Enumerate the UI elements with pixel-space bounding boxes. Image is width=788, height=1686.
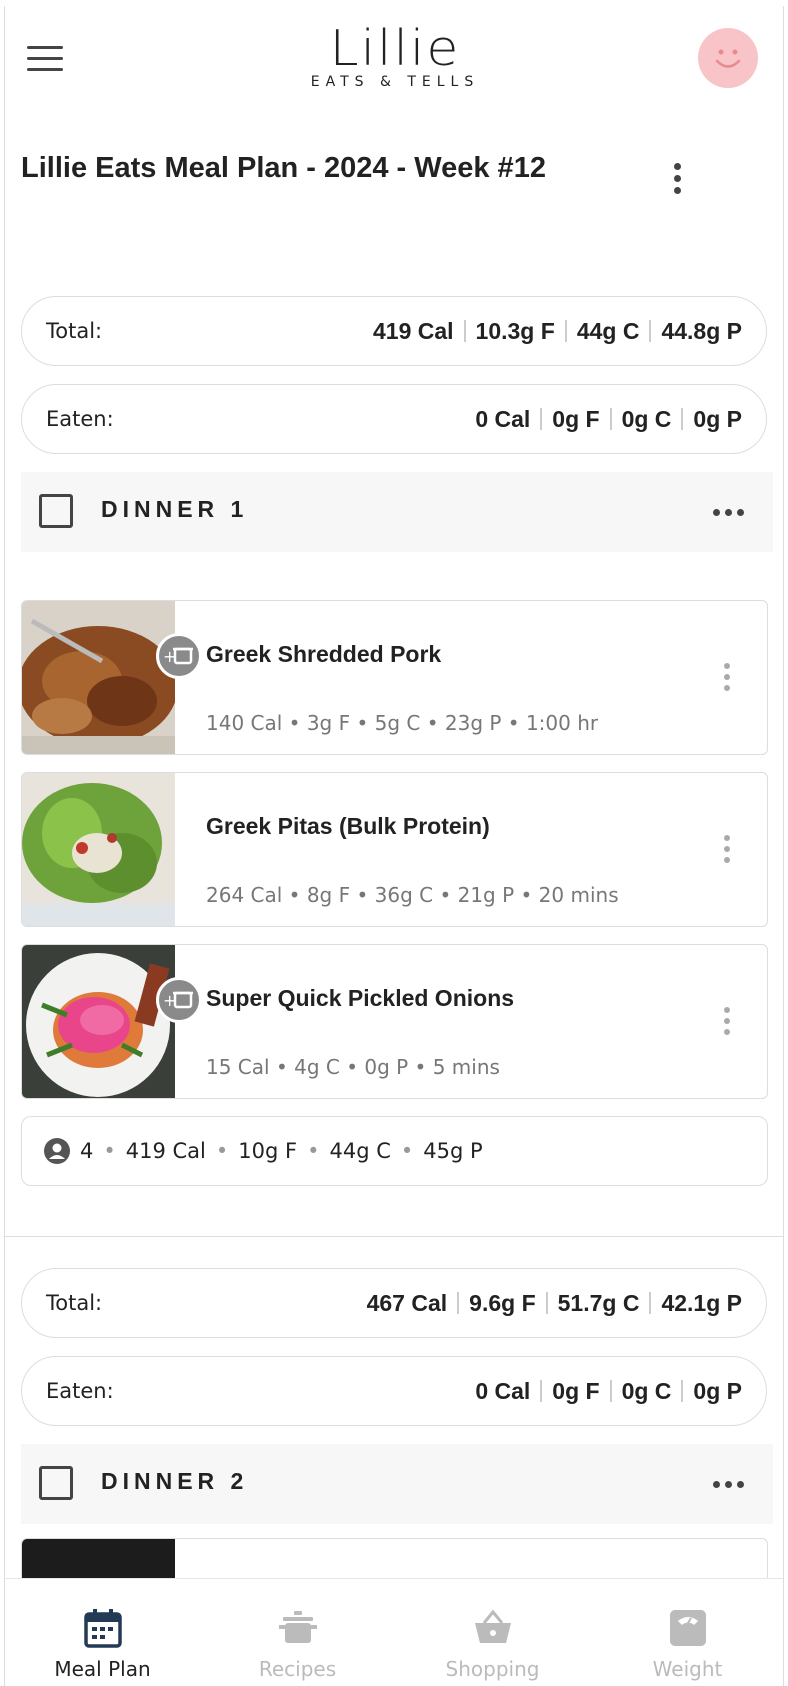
meal-options-icon[interactable] <box>713 1474 753 1494</box>
total-protein: 42.1g P <box>661 1289 742 1316</box>
add-to-list-icon[interactable]: + <box>156 633 202 679</box>
logo[interactable]: Lillie EATS & TELLS <box>295 20 495 90</box>
total-macros: Total: 467 Cal 9.6g F 51.7g C 42.1g P <box>21 1268 767 1338</box>
recipe-name: Greek Pitas (Bulk Protein) <box>206 813 490 839</box>
total-carb: 44g C <box>576 317 640 344</box>
recipe-image <box>22 945 175 1098</box>
bottom-tab-bar: Meal Plan Recipes Shopping Weight <box>5 1578 783 1686</box>
tab-label: Recipes <box>258 1657 337 1681</box>
recipe-macros: 140 Cal • 3g F • 5g C • 23g P • 1:00 hr <box>206 711 599 735</box>
tab-label: Weight <box>652 1657 723 1681</box>
recipe-name: Super Quick Pickled Onions <box>206 985 515 1011</box>
eaten-cal: 0 Cal <box>475 405 531 432</box>
tab-label: Meal Plan <box>54 1657 151 1681</box>
recipe-image <box>22 601 175 754</box>
app-header: Lillie EATS & TELLS <box>5 6 783 114</box>
total-fat: 10.3g F <box>475 317 555 344</box>
meal-options-icon[interactable] <box>713 502 753 522</box>
eaten-fat: 0g F <box>552 405 600 432</box>
total-label: Total: <box>46 319 103 343</box>
recipe-name: Greek Shredded Pork <box>206 641 442 667</box>
eaten-carb: 0g C <box>621 405 672 432</box>
total-macros: Total: 419 Cal 10.3g F 44g C 44.8g P <box>21 296 767 366</box>
tab-meal-plan[interactable]: Meal Plan <box>5 1579 200 1686</box>
meal-header-dinner-2: DINNER 2 <box>21 1444 773 1524</box>
calendar-icon <box>84 1609 122 1648</box>
logo-text: Lillie <box>329 20 461 78</box>
tab-label: Shopping <box>445 1657 540 1681</box>
recipe-options-icon[interactable] <box>715 657 739 697</box>
recipe-macros: 264 Cal • 8g F • 36g C • 21g P • 20 mins <box>206 883 619 907</box>
recipe-options-icon[interactable] <box>715 1001 739 1041</box>
day-divider <box>5 1236 783 1237</box>
smiley-icon <box>715 49 741 68</box>
person-icon <box>44 1138 70 1164</box>
recipe-card[interactable]: + Super Quick Pickled Onions 15 Cal • 4g… <box>21 944 768 1099</box>
summary-fat: 10g F <box>238 1139 298 1163</box>
summary-protein: 45g P <box>423 1139 483 1163</box>
meal-header-dinner-1: DINNER 1 <box>21 472 773 552</box>
plan-options-icon[interactable] <box>665 158 689 198</box>
total-cal: 419 Cal <box>372 317 454 344</box>
recipe-card[interactable]: Greek Pitas (Bulk Protein) 264 Cal • 8g … <box>21 772 768 927</box>
tab-recipes[interactable]: Recipes <box>200 1579 395 1686</box>
add-to-list-icon[interactable]: + <box>156 977 202 1023</box>
recipe-options-icon[interactable] <box>715 829 739 869</box>
eaten-fat: 0g F <box>552 1377 600 1404</box>
menu-icon[interactable] <box>27 46 63 74</box>
summary-cal: 419 Cal <box>125 1139 206 1163</box>
pot-icon <box>279 1611 317 1643</box>
meal-checkbox[interactable] <box>39 494 73 528</box>
tab-shopping[interactable]: Shopping <box>395 1579 590 1686</box>
recipe-image <box>22 773 175 926</box>
meal-title: DINNER 2 <box>101 1468 249 1494</box>
app-frame: Lillie EATS & TELLS Lillie Eats Meal Pla… <box>4 6 784 1686</box>
page-title: Lillie Eats Meal Plan - 2024 - Week #12 <box>21 152 546 184</box>
scale-icon <box>670 1610 706 1646</box>
summary-carb: 44g C <box>329 1139 391 1163</box>
basket-icon <box>475 1609 511 1643</box>
meal-summary: 4 • 419 Cal • 10g F • 44g C • 45g P <box>21 1116 768 1186</box>
eaten-carb: 0g C <box>621 1377 672 1404</box>
total-protein: 44.8g P <box>661 317 742 344</box>
tab-weight[interactable]: Weight <box>590 1579 783 1686</box>
total-label: Total: <box>46 1291 103 1315</box>
meal-title: DINNER 1 <box>101 496 249 522</box>
total-cal: 467 Cal <box>366 1289 448 1316</box>
servings: 4 <box>80 1139 94 1163</box>
eaten-protein: 0g P <box>693 1377 742 1404</box>
eaten-macros: Eaten: 0 Cal 0g F 0g C 0g P <box>21 384 767 454</box>
eaten-label: Eaten: <box>46 1379 114 1403</box>
total-fat: 9.6g F <box>469 1289 536 1316</box>
recipe-card[interactable]: + Greek Shredded Pork 140 Cal • 3g F • 5… <box>21 600 768 755</box>
total-carb: 51.7g C <box>557 1289 640 1316</box>
eaten-cal: 0 Cal <box>475 1377 531 1404</box>
eaten-macros: Eaten: 0 Cal 0g F 0g C 0g P <box>21 1356 767 1426</box>
eaten-protein: 0g P <box>693 405 742 432</box>
recipe-macros: 15 Cal • 4g C • 0g P • 5 mins <box>206 1055 500 1079</box>
meal-checkbox[interactable] <box>39 1466 73 1500</box>
avatar[interactable] <box>698 28 758 88</box>
eaten-label: Eaten: <box>46 407 114 431</box>
